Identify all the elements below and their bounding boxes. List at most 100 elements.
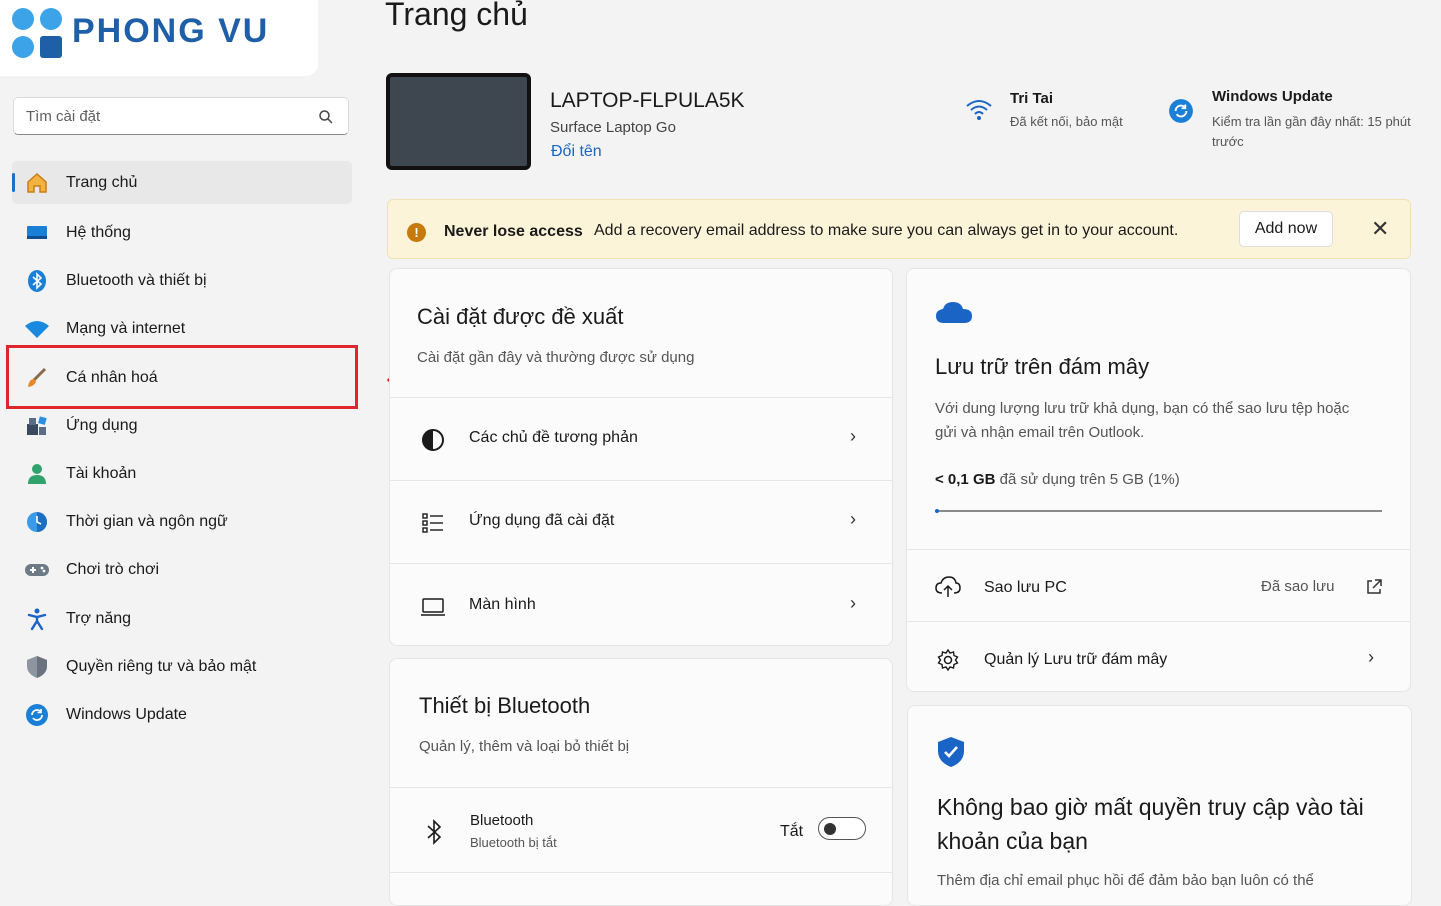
network-name: Tri Tai [1010,90,1054,107]
card-subtitle: Cài đặt gần đây và thường được sử dụng [417,349,695,366]
update-title: Windows Update [1212,88,1333,105]
manage-label: Quản lý Lưu trữ đám mây [984,651,1168,668]
manage-cloud-storage-row[interactable]: Quản lý Lưu trữ đám mây › [907,621,1410,691]
sidebar-item-label: Quyền riêng tư và bảo mật [66,657,257,675]
bluetooth-status: Bluetooth bị tắt [470,835,557,850]
update-icon [1169,99,1193,123]
card-title: Lưu trữ trên đám mây [935,354,1150,379]
sidebar-item-label: Windows Update [66,705,187,723]
backup-pc-row[interactable]: Sao lưu PC Đã sao lưu [907,549,1410,621]
sidebar-item-accessibility[interactable]: Trợ năng [12,595,352,643]
sidebar-item-label: Hệ thống [66,224,131,242]
bluetooth-row: Bluetooth Bluetooth bị tắt Tắt [390,787,892,872]
search-input[interactable]: Tìm cài đặt [13,97,349,135]
sidebar-item-bluetooth[interactable]: Bluetooth và thiết bị [12,257,352,305]
wifi-icon [24,316,50,342]
chevron-right-icon: › [1368,647,1374,667]
network-state: Đã kết nối, bảo mật [1010,114,1123,129]
device-image [386,73,531,170]
cloud-upload-icon [935,574,961,600]
shield-check-icon [938,737,964,767]
sidebar-item-label: Chơi trò chơi [66,561,160,579]
recovery-banner: ! Never lose access Add a recovery email… [387,199,1411,259]
list-item-label: Ứng dụng đã cài đặt [469,512,615,529]
sidebar-item-label: Trang chủ [66,173,138,191]
external-link-icon [1361,574,1387,600]
account-security-card: Không bao giờ mất quyền truy cập vào tài… [907,705,1412,906]
storage-usage: < 0,1 GB đã sử dụng trên 5 GB (1%) [935,471,1180,488]
annotation-highlight-box [6,345,358,409]
backup-status: Đã sao lưu [1261,578,1335,595]
list-item-installed-apps[interactable]: Ứng dụng đã cài đặt › [390,480,892,563]
sidebar-item-privacy[interactable]: Quyền riêng tư và bảo mật [12,643,352,691]
sidebar-item-time-language[interactable]: Thời gian và ngôn ngữ [12,498,352,546]
wifi-icon [966,100,992,120]
card-title: Cài đặt được đề xuất [417,304,624,329]
brand-name: PHONG VU [72,12,270,50]
brand-logo: PHONG VU [0,0,318,76]
list-item-contrast-themes[interactable]: Các chủ đề tương phản › [390,397,892,480]
sidebar-item-label: Trợ năng [66,609,132,627]
cloud-storage-card: Lưu trữ trên đám mây Với dung lượng lưu … [906,268,1411,692]
account-icon [24,461,50,487]
bluetooth-devices-card: Thiết bị Bluetooth Quản lý, thêm và loại… [389,658,893,906]
gamepad-icon [24,557,50,583]
bluetooth-toggle[interactable] [818,817,866,840]
page-title: Trang chủ [385,0,528,32]
bluetooth-row-next [390,872,892,905]
sidebar-item-accounts[interactable]: Tài khoản [12,450,352,498]
storage-progress-bar [935,509,1382,513]
home-icon [24,170,50,196]
recommended-settings-card: Cài đặt được đề xuất Cài đặt gần đây và … [389,268,893,646]
bluetooth-label: Bluetooth [470,812,534,829]
update-icon [24,702,50,728]
display-icon [420,594,446,620]
sidebar-nav: Trang chủ Hệ thống Bluetooth và thiết bị… [12,161,352,739]
sidebar-item-label: Mạng và internet [66,320,186,338]
system-icon [24,220,50,246]
sidebar-item-label: Bluetooth và thiết bị [66,272,207,290]
sidebar-item-system[interactable]: Hệ thống [12,209,352,257]
sidebar-item-gaming[interactable]: Chơi trò chơi [12,546,352,594]
banner-message: Add a recovery email address to make sur… [594,222,1179,239]
sidebar-item-label: Thời gian và ngôn ngữ [66,513,228,531]
storage-used: < 0,1 GB [935,471,996,488]
card-description: Thêm địa chỉ email phục hồi để đảm bảo b… [937,872,1314,889]
sidebar-item-label: Tài khoản [66,465,137,483]
search-icon [319,110,333,124]
cloud-icon [936,302,972,323]
contrast-icon [420,427,446,453]
chevron-right-icon: › [850,509,856,529]
close-icon[interactable]: ✕ [1371,216,1389,242]
sidebar-item-windows-update[interactable]: Windows Update [12,691,352,739]
logo-mark-icon [12,8,64,60]
bluetooth-icon [421,819,447,845]
device-name: LAPTOP-FLPULA5K [550,89,745,112]
banner-title: Never lose access [444,223,583,240]
storage-usage-text: đã sử dụng trên 5 GB (1%) [999,471,1180,488]
rename-link[interactable]: Đổi tên [551,143,602,161]
chevron-right-icon: › [850,426,856,446]
device-model: Surface Laptop Go [550,119,676,136]
add-now-button[interactable]: Add now [1239,211,1333,247]
globe-clock-icon [24,509,50,535]
accessibility-icon [24,606,50,632]
list-item-display[interactable]: Màn hình › [390,563,892,645]
toggle-knob [824,823,836,835]
list-icon [420,510,446,536]
list-item-label: Màn hình [469,596,536,613]
update-last-checked: Kiểm tra lần gần đây nhất: 15 phút trước [1212,114,1411,149]
card-description: Với dung lượng lưu trữ khả dụng, bạn có … [935,400,1350,441]
chevron-right-icon: › [850,593,856,613]
shield-icon [24,654,50,680]
sidebar-item-home[interactable]: Trang chủ [12,161,352,204]
sidebar-item-label: Ứng dụng [66,416,138,434]
gear-icon [935,647,961,673]
backup-label: Sao lưu PC [984,579,1067,596]
apps-icon [24,413,50,439]
list-item-label: Các chủ đề tương phản [469,429,638,446]
card-subtitle: Quản lý, thêm và loại bỏ thiết bị [419,738,630,755]
warning-icon: ! [407,223,426,242]
toggle-label: Tắt [780,823,804,840]
card-title: Không bao giờ mất quyền truy cập vào tài… [937,794,1364,854]
